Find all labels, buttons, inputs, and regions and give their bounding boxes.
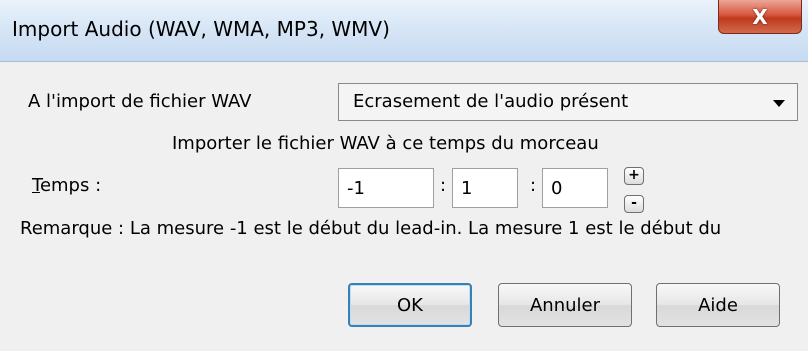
- bar-input[interactable]: [338, 168, 434, 208]
- ok-button[interactable]: OK: [348, 283, 472, 327]
- time-label-accelerator: T: [32, 175, 40, 196]
- import-mode-select[interactable]: Ecrasement de l'audio présent: [338, 83, 798, 121]
- cancel-button[interactable]: Annuler: [498, 283, 632, 327]
- close-icon: X: [752, 4, 768, 29]
- note-text: Remarque : La mesure -1 est le début du …: [20, 218, 722, 239]
- window-title: Import Audio (WAV, WMA, MP3, WMV): [12, 17, 390, 41]
- import-mode-value: Ecrasement de l'audio présent: [353, 91, 629, 112]
- tick-input[interactable]: [542, 168, 608, 208]
- time-label: Temps :: [32, 175, 101, 196]
- separator-1: :: [440, 175, 447, 196]
- increment-button[interactable]: +: [624, 167, 644, 185]
- title-bar: Import Audio (WAV, WMA, MP3, WMV) X: [0, 0, 808, 62]
- decrement-button[interactable]: -: [624, 195, 644, 213]
- time-label-text: emps :: [39, 175, 102, 196]
- dialog-body: A l'import de fichier WAV Ecrasement de …: [0, 63, 808, 351]
- separator-2: :: [530, 175, 537, 196]
- help-button[interactable]: Aide: [656, 283, 780, 327]
- import-mode-label: A l'import de fichier WAV: [28, 91, 252, 112]
- close-button[interactable]: X: [718, 0, 802, 34]
- chevron-down-icon: [773, 100, 785, 107]
- beat-input[interactable]: [452, 168, 518, 208]
- time-caption: Importer le fichier WAV à ce temps du mo…: [172, 133, 599, 154]
